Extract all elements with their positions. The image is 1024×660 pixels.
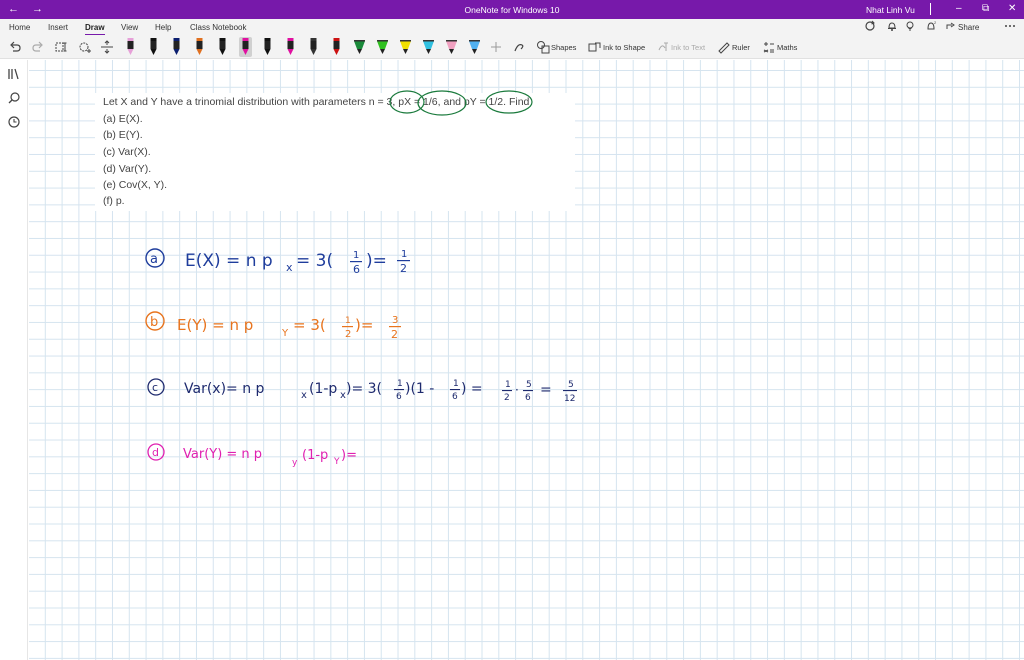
problem-text-box[interactable]: Let X and Y have a trinomial distributio… — [95, 93, 575, 211]
problem-part-f: (f) p. — [103, 195, 125, 207]
user-name[interactable]: Nhat Linh Vu — [866, 5, 915, 15]
pen-2-icon[interactable] — [147, 37, 160, 57]
ink-to-text-icon — [658, 42, 668, 51]
problem-part-c: (c) Var(X). — [103, 146, 151, 158]
tab-insert[interactable]: Insert — [48, 23, 68, 32]
ribbon-tabs: Home Insert Draw View Help Class Noteboo… — [0, 19, 1024, 36]
title-divider — [930, 3, 931, 15]
tab-class-notebook[interactable]: Class Notebook — [190, 23, 246, 32]
maths-button[interactable]: Maths — [777, 43, 797, 52]
ink-to-shape-icon[interactable] — [588, 40, 602, 54]
tab-help[interactable]: Help — [155, 23, 171, 32]
pen-14-icon[interactable] — [422, 37, 435, 57]
notification-icon[interactable]: 2 — [925, 20, 937, 32]
tab-view[interactable]: View — [121, 23, 138, 32]
problem-part-e: (e) Cov(X, Y). — [103, 179, 167, 191]
problem-part-d: (d) Var(Y). — [103, 163, 152, 175]
pen-16-icon[interactable] — [468, 37, 481, 57]
pen-15-icon[interactable] — [445, 37, 458, 57]
problem-part-b: (b) E(Y). — [103, 129, 143, 141]
notebooks-icon[interactable] — [7, 67, 21, 81]
problem-statement: Let X and Y have a trinomial distributio… — [103, 96, 530, 108]
problem-part-a: (a) E(X). — [103, 113, 143, 125]
search-icon[interactable] — [7, 91, 21, 105]
minimize-button[interactable]: – — [956, 3, 962, 15]
tab-home[interactable]: Home — [9, 23, 30, 32]
ruler-button[interactable]: Ruler — [732, 43, 750, 52]
pen-5-icon[interactable] — [216, 37, 229, 57]
pen-10-icon[interactable] — [330, 37, 343, 57]
share-icon[interactable] — [946, 21, 956, 31]
title-bar: ← → OneNote for Windows 10 Nhat Linh Vu … — [0, 0, 1024, 19]
undo-icon[interactable] — [8, 40, 22, 54]
ink-to-shape-button[interactable]: Ink to Shape — [603, 43, 645, 52]
share-button[interactable]: Share — [958, 23, 979, 32]
redo-icon[interactable] — [31, 40, 45, 54]
pen-11-icon[interactable] — [353, 37, 366, 57]
ruler-icon[interactable] — [717, 40, 731, 54]
add-pen-icon[interactable] — [489, 40, 503, 54]
tab-draw[interactable]: Draw — [85, 23, 105, 36]
pen-13-icon[interactable] — [399, 37, 412, 57]
pen-6-icon[interactable] — [238, 37, 252, 57]
navigation-rail — [0, 60, 28, 660]
shapes-button[interactable]: Shapes — [551, 43, 576, 52]
sync-icon[interactable] — [864, 20, 876, 32]
maths-icon[interactable] — [762, 40, 776, 54]
pen-8-icon[interactable] — [284, 37, 297, 57]
pen-12-icon[interactable] — [376, 37, 389, 57]
recent-notes-icon[interactable] — [7, 115, 21, 129]
bell-icon[interactable] — [886, 20, 898, 32]
pen-7-icon[interactable] — [261, 37, 274, 57]
shapes-icon[interactable] — [536, 40, 550, 54]
insert-space-icon[interactable] — [100, 40, 114, 54]
lightbulb-icon[interactable] — [904, 20, 916, 32]
add-space-icon[interactable] — [78, 40, 92, 54]
draw-toolbar: Shapes Ink to Shape Ink to Text Ruler Ma… — [0, 35, 1024, 59]
ink-replay-icon[interactable] — [512, 40, 526, 54]
lasso-select-icon[interactable] — [55, 40, 69, 54]
close-button[interactable]: ✕ — [1008, 3, 1016, 15]
ink-to-text-button: Ink to Text — [671, 43, 706, 52]
pen-1-icon[interactable] — [124, 37, 137, 57]
pen-9-icon[interactable] — [307, 37, 320, 57]
pen-3-icon[interactable] — [170, 37, 183, 57]
pen-4-icon[interactable] — [193, 37, 206, 57]
svg-text:2: 2 — [934, 20, 937, 25]
restore-button[interactable]: ⧉ — [982, 3, 989, 15]
more-icon[interactable] — [1004, 20, 1016, 32]
